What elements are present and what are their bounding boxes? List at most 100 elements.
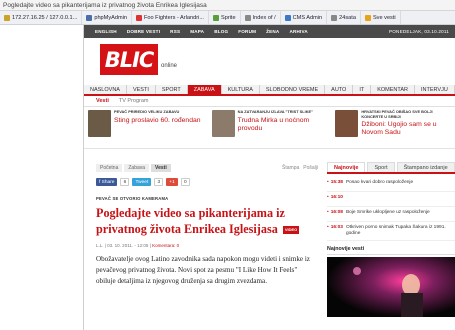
topnav-item-forum[interactable]: FORUM xyxy=(233,29,261,34)
tab-it[interactable]: IT xyxy=(353,85,372,94)
bookmark-label: 24sata xyxy=(339,14,356,21)
sidebar-tab[interactable]: Sport xyxy=(367,162,395,172)
news-item[interactable]: • 16:03 Otkriven porno snimak Tupaka Šakur… xyxy=(327,222,455,241)
blic-webpage: ENGLISH DOBRE VESTI RSS MAPA BLOG FORUM ŽENA AR… xyxy=(84,25,455,330)
tab-komentar[interactable]: KOMENTAR xyxy=(371,85,415,94)
tab-sport[interactable]: SPORT xyxy=(156,85,188,94)
bookmark-item[interactable]: Index of / xyxy=(241,11,281,24)
bookmark-label: 172.27.16.25 / 127.0.0.1... xyxy=(12,14,78,21)
bookmark-label: Foo Fighters - Arlandri... xyxy=(143,14,204,21)
phpmyadmin-icon xyxy=(86,14,93,21)
video-player[interactable] xyxy=(327,256,455,317)
topnav-item-žena[interactable]: ŽENA xyxy=(261,29,284,34)
blic-logo[interactable]: BLIC xyxy=(100,44,158,75)
bookmark-label: Index of / xyxy=(252,14,276,21)
facebook-share-button[interactable]: f Share xyxy=(96,178,118,186)
date-label: PONEDELJAK, 03.10.2011 xyxy=(389,29,449,34)
topnav-item-dobre-vesti[interactable]: DOBRE VESTI xyxy=(122,29,165,34)
teaser-kicker: PEVAČ PRIREDIO VELIKU ZABAVU xyxy=(114,109,180,114)
topnav-item-arhiva[interactable]: ARHIVA xyxy=(284,29,312,34)
teaser-kicker: HRVATSKI PEVAČ OBIŠAO SVE BOLJI KONCERTE… xyxy=(361,109,433,119)
tab-auto[interactable]: AUTO xyxy=(325,85,354,94)
music-icon xyxy=(135,14,142,21)
bullet-icon: • xyxy=(327,195,329,200)
topnav-item-rss[interactable]: RSS xyxy=(165,29,185,34)
tweet-count: 3 xyxy=(154,178,164,186)
article-meta: L.L. | 03. 10. 2011. - 12:05 | Komentara… xyxy=(96,243,318,248)
bookmark-item[interactable]: Foo Fighters - Arlandri... xyxy=(132,11,209,24)
bookmarks-bar: 172.27.16.25 / 127.0.0.1... phpMyAdmin Foo… xyxy=(0,11,455,25)
teaser-title[interactable]: Džiboni: Ugojio sam se u Novom Sadu xyxy=(361,121,451,137)
news-time: 16:08 xyxy=(330,210,343,215)
teaser-thumbnail[interactable] xyxy=(335,110,359,137)
tool-0[interactable]: Štampa xyxy=(282,165,299,171)
bullet-icon: • xyxy=(327,225,329,230)
news-item[interactable]: • 16:10 xyxy=(327,192,455,207)
teaser-thumbnail[interactable] xyxy=(211,110,235,137)
bookmark-item[interactable]: 172.27.16.25 / 127.0.0.1... xyxy=(0,11,83,24)
bookmark-item[interactable]: Sprite xyxy=(209,11,241,24)
breadcrumb-item[interactable]: Zabava xyxy=(124,163,150,172)
browser-title-bar: Pogledajte video sa pikanterijama iz pri… xyxy=(0,0,455,11)
subnav-item[interactable]: Vesti xyxy=(96,98,109,104)
teaser-card[interactable]: PEVAČ PRIREDIO VELIKU ZABAVU Sting prosla… xyxy=(84,107,208,148)
bookmark-item[interactable]: 24sata xyxy=(327,11,361,24)
bookmark-label: Sprite xyxy=(220,14,236,21)
author-date: L.L. | 03. 10. 2011. - 12:05 | xyxy=(96,242,151,248)
left-pane xyxy=(0,25,84,330)
video-box-title: Najnovije vesti xyxy=(327,244,455,255)
bullet-icon: • xyxy=(327,180,329,185)
folder-icon xyxy=(244,14,251,21)
tab-naslovna[interactable]: NASLOVNA xyxy=(84,85,127,94)
teaser-title[interactable]: Sting proslavio 60. rođendan xyxy=(114,117,201,125)
topnav-item-english[interactable]: ENGLISH xyxy=(90,29,122,34)
breadcrumb-item[interactable]: Vesti xyxy=(151,163,171,172)
tab-zabava[interactable]: ZABAVA xyxy=(187,85,222,94)
bookmark-label: CMS Admin xyxy=(292,14,323,21)
tab-kultura[interactable]: KULTURA xyxy=(222,85,260,94)
article-kicker: PEVAČ SE OTVORIO KAMERAMA xyxy=(96,196,169,201)
news-text[interactable]: Otkriven porno snimak Tupaka Šakura iz 1… xyxy=(346,225,455,237)
teaser-kicker: NA ZATVARANJU IZLAVA "TRIST SLIKE" xyxy=(237,109,313,114)
masthead: BLIC online xyxy=(84,38,455,85)
star-icon xyxy=(364,14,371,21)
news-item[interactable]: • 15:38 Posao kvari dobro raspoloženje xyxy=(327,177,455,192)
sidebar-tabs: Najnovije Sport Štampano izdanje xyxy=(327,162,455,174)
article-headline: Pogledajte video sa pikanterijama iz pri… xyxy=(96,206,318,238)
google-plus-button[interactable]: +1 xyxy=(166,178,178,186)
teaser-text: NA ZATVARANJU IZLAVA "TRIST SLIKE" Trudna… xyxy=(237,109,328,145)
bookmark-label: Sve vesti xyxy=(372,14,396,21)
tab-intervju[interactable]: INTERVJU xyxy=(415,85,455,94)
topnav-item-mapa[interactable]: MAPA xyxy=(185,29,209,34)
concert-photo xyxy=(327,256,455,317)
teaser-thumbnail[interactable] xyxy=(88,110,111,137)
teaser-text: PEVAČ PRIREDIO VELIKU ZABAVU Sting prosla… xyxy=(114,109,201,145)
tool-1[interactable]: Pošalji xyxy=(303,165,318,171)
tweet-button[interactable]: Tweet xyxy=(132,178,152,186)
teaser-card[interactable]: NA ZATVARANJU IZLAVA "TRIST SLIKE" Trudna… xyxy=(208,107,332,148)
tab-vesti[interactable]: VESTI xyxy=(127,85,156,94)
comments-link[interactable]: Komentara: 0 xyxy=(152,243,179,248)
bookmark-item[interactable]: phpMyAdmin xyxy=(82,11,132,24)
article-column: Početna Zabava Vesti Štampa Pošalji f Share… xyxy=(96,162,318,288)
news-text[interactable]: Posao kvari dobro raspoloženje xyxy=(346,180,413,188)
tab-slobodno-vreme[interactable]: SLOBODNO VREME xyxy=(260,85,326,94)
news-time: 16:10 xyxy=(330,195,343,200)
breadcrumb-item[interactable]: Početna xyxy=(96,163,123,172)
sidebar-tab[interactable]: Štampano izdanje xyxy=(396,162,455,172)
bookmark-item[interactable]: Sve vesti xyxy=(361,11,401,24)
topnav-item-blog[interactable]: BLOG xyxy=(209,29,233,34)
google-plus-count: 0 xyxy=(180,178,190,186)
subnav-item[interactable]: TV Program xyxy=(119,98,149,104)
news-sidebar: Najnovije Sport Štampano izdanje • 15:38 Pos… xyxy=(327,162,455,317)
news-time: 15:38 xyxy=(330,180,343,185)
news-text[interactable]: Boje Smrike uklopljene uz raspoloženje xyxy=(346,210,430,218)
bullet-icon: • xyxy=(327,210,329,215)
teaser-title[interactable]: Trudna Mirka u noćnom provodu xyxy=(238,117,328,133)
bookmark-item[interactable]: CMS Admin xyxy=(281,11,328,24)
news-icon xyxy=(331,14,338,21)
sidebar-tab[interactable]: Najnovije xyxy=(327,162,366,172)
teaser-card[interactable]: HRVATSKI PEVAČ OBIŠAO SVE BOLJI KONCERTE… xyxy=(331,107,455,148)
news-time: 16:03 xyxy=(330,225,343,230)
news-item[interactable]: • 16:08 Boje Smrike uklopljene uz raspolož… xyxy=(327,207,455,222)
